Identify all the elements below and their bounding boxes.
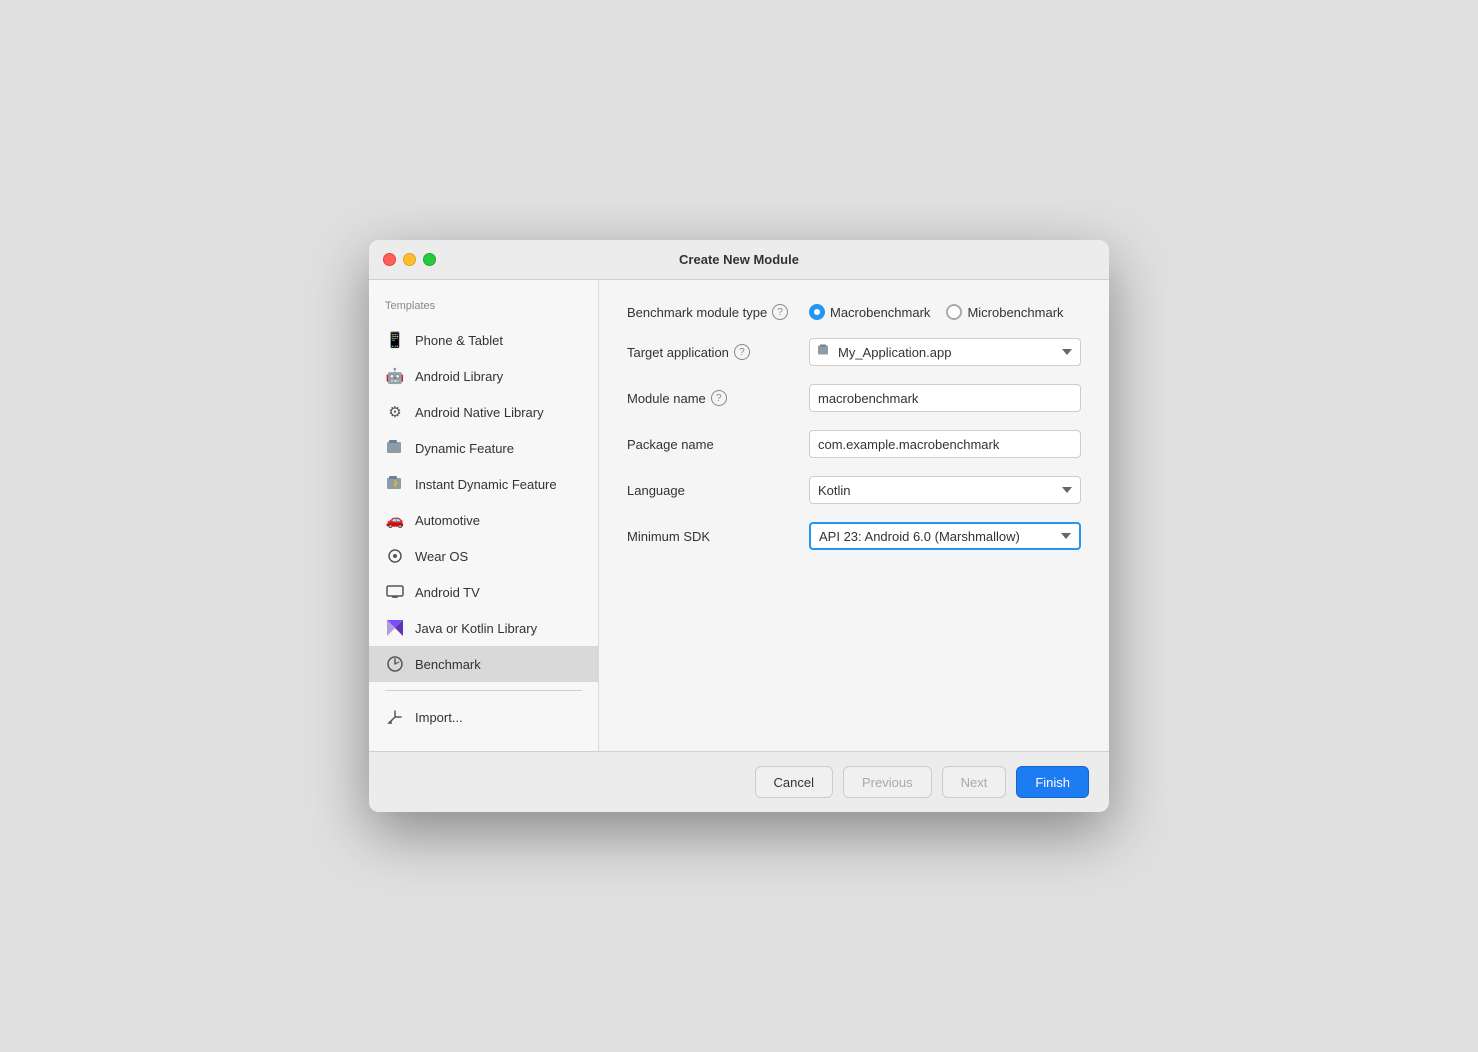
package-name-control xyxy=(809,430,1081,458)
minimum-sdk-control: API 23: Android 6.0 (Marshmallow)API 21:… xyxy=(809,522,1081,550)
android-native-icon: ⚙ xyxy=(385,402,405,422)
package-name-row: Package name xyxy=(627,430,1081,458)
benchmark-module-type-help-icon[interactable]: ? xyxy=(772,304,788,320)
android-library-icon: 🤖 xyxy=(385,366,405,386)
dialog-title: Create New Module xyxy=(679,252,799,267)
main-content: Benchmark module type ? Macrobenchmark M… xyxy=(599,280,1109,751)
benchmark-module-type-radio-group: Macrobenchmark Microbenchmark xyxy=(809,304,1081,320)
automotive-icon: 🚗 xyxy=(385,510,405,530)
module-name-help-icon[interactable]: ? xyxy=(711,390,727,406)
close-button[interactable] xyxy=(383,253,396,266)
sidebar: Templates 📱 Phone & Tablet 🤖 Android Lib… xyxy=(369,280,599,751)
module-name-input[interactable] xyxy=(809,384,1081,412)
sidebar-item-label: Android TV xyxy=(415,585,480,600)
language-row: Language KotlinJava xyxy=(627,476,1081,504)
target-application-help-icon[interactable]: ? xyxy=(734,344,750,360)
sidebar-item-label: Benchmark xyxy=(415,657,481,672)
maximize-button[interactable] xyxy=(423,253,436,266)
sidebar-item-android-tv[interactable]: Android TV xyxy=(369,574,598,610)
sidebar-item-label: Phone & Tablet xyxy=(415,333,503,348)
minimize-button[interactable] xyxy=(403,253,416,266)
sidebar-item-label: Android Library xyxy=(415,369,503,384)
macrobenchmark-radio[interactable]: Macrobenchmark xyxy=(809,304,930,320)
sidebar-divider xyxy=(385,690,582,691)
dialog-body: Templates 📱 Phone & Tablet 🤖 Android Lib… xyxy=(369,280,1109,751)
benchmark-icon xyxy=(385,654,405,674)
traffic-lights xyxy=(383,253,436,266)
benchmark-module-type-control: Macrobenchmark Microbenchmark xyxy=(809,304,1081,320)
sidebar-item-label: Dynamic Feature xyxy=(415,441,514,456)
sidebar-header: Templates xyxy=(369,296,598,322)
minimum-sdk-label: Minimum SDK xyxy=(627,529,797,544)
create-new-module-dialog: Create New Module Templates 📱 Phone & Ta… xyxy=(369,240,1109,812)
kotlin-library-icon xyxy=(385,618,405,638)
target-application-label: Target application ? xyxy=(627,344,797,360)
sidebar-item-java-kotlin-library[interactable]: Java or Kotlin Library xyxy=(369,610,598,646)
sidebar-item-label: Instant Dynamic Feature xyxy=(415,477,557,492)
module-name-label: Module name ? xyxy=(627,390,797,406)
title-bar: Create New Module xyxy=(369,240,1109,280)
sidebar-item-automotive[interactable]: 🚗 Automotive xyxy=(369,502,598,538)
android-tv-icon xyxy=(385,582,405,602)
minimum-sdk-select[interactable]: API 23: Android 6.0 (Marshmallow)API 21:… xyxy=(809,522,1081,550)
benchmark-module-type-label: Benchmark module type ? xyxy=(627,304,797,320)
target-application-select[interactable]: My_Application.app xyxy=(809,338,1081,366)
phone-tablet-icon: 📱 xyxy=(385,330,405,350)
finish-button[interactable]: Finish xyxy=(1016,766,1089,798)
import-icon xyxy=(385,707,405,727)
package-name-input[interactable] xyxy=(809,430,1081,458)
package-name-label: Package name xyxy=(627,437,797,452)
language-select[interactable]: KotlinJava xyxy=(809,476,1081,504)
sidebar-item-android-native-library[interactable]: ⚙ Android Native Library xyxy=(369,394,598,430)
sidebar-item-wear-os[interactable]: Wear OS xyxy=(369,538,598,574)
macrobenchmark-radio-circle[interactable] xyxy=(809,304,825,320)
sidebar-item-label: Wear OS xyxy=(415,549,468,564)
wearos-icon xyxy=(385,546,405,566)
microbenchmark-radio-circle[interactable] xyxy=(946,304,962,320)
target-application-control: My_Application.app xyxy=(809,338,1081,366)
cancel-button[interactable]: Cancel xyxy=(755,766,833,798)
sidebar-item-import[interactable]: Import... xyxy=(369,699,598,735)
module-name-row: Module name ? xyxy=(627,384,1081,412)
next-button[interactable]: Next xyxy=(942,766,1007,798)
sidebar-item-phone-tablet[interactable]: 📱 Phone & Tablet xyxy=(369,322,598,358)
sidebar-item-instant-dynamic-feature[interactable]: Instant Dynamic Feature xyxy=(369,466,598,502)
language-label: Language xyxy=(627,483,797,498)
benchmark-module-type-row: Benchmark module type ? Macrobenchmark M… xyxy=(627,304,1081,320)
sidebar-item-label: Automotive xyxy=(415,513,480,528)
sidebar-item-label: Java or Kotlin Library xyxy=(415,621,537,636)
instant-dynamic-icon xyxy=(385,474,405,494)
language-control: KotlinJava xyxy=(809,476,1081,504)
microbenchmark-radio[interactable]: Microbenchmark xyxy=(946,304,1063,320)
sidebar-item-benchmark[interactable]: Benchmark xyxy=(369,646,598,682)
sidebar-item-label: Android Native Library xyxy=(415,405,544,420)
sidebar-item-android-library[interactable]: 🤖 Android Library xyxy=(369,358,598,394)
minimum-sdk-row: Minimum SDK API 23: Android 6.0 (Marshma… xyxy=(627,522,1081,550)
sidebar-item-dynamic-feature[interactable]: Dynamic Feature xyxy=(369,430,598,466)
target-application-row: Target application ? My_Application.app xyxy=(627,338,1081,366)
module-name-control xyxy=(809,384,1081,412)
dynamic-feature-icon xyxy=(385,438,405,458)
sidebar-item-label: Import... xyxy=(415,710,463,725)
dialog-footer: Cancel Previous Next Finish xyxy=(369,751,1109,812)
previous-button[interactable]: Previous xyxy=(843,766,932,798)
